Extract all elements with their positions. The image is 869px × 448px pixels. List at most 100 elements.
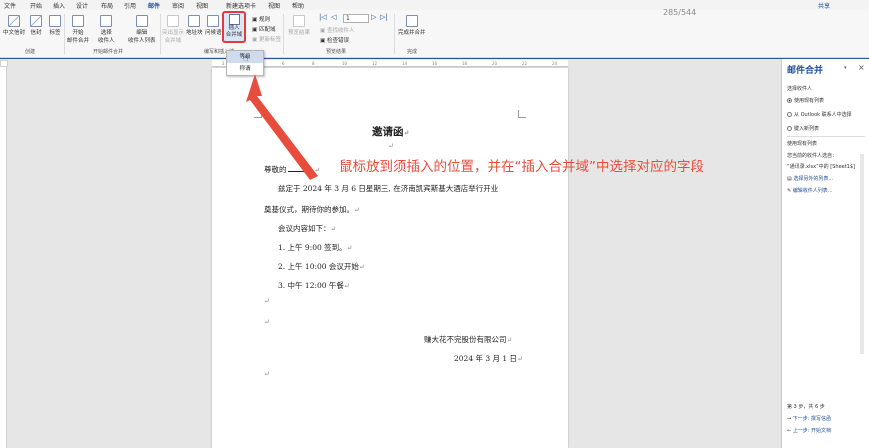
menu-insert[interactable]: 插入: [53, 1, 65, 10]
radio-label: 键入新列表: [794, 126, 820, 132]
horizontal-ruler[interactable]: 24 68 1012 1416 1820 2224: [212, 60, 568, 67]
update-labels-label: 更新标签: [258, 37, 281, 43]
last-record-icon[interactable]: ▷|: [380, 13, 388, 21]
letter-date-text: 2024 年 3 月 1 日: [454, 354, 518, 363]
update-labels-button[interactable]: ▣ 更新标签: [252, 35, 281, 43]
envelope-button[interactable]: 信封: [30, 15, 42, 36]
menu-home[interactable]: 开始: [30, 1, 42, 10]
insert-merge-field-button[interactable]: 插入 合并域: [222, 11, 246, 43]
insert-merge-field-label: 插入 合并域: [225, 25, 243, 38]
radio-type-new-list[interactable]: 键入新列表: [787, 125, 819, 132]
paragraph-mark: ↵: [343, 282, 350, 290]
pane-title: 邮件合并: [787, 66, 824, 76]
menu-bar: 文件 开始 插入 设计 布局 引用 邮件 审阅 视图 新建选项卡 视图 帮助 共…: [0, 0, 869, 11]
edit-recipient-list-label: 编辑 收件人列表: [128, 30, 156, 44]
radio-outlook-contacts[interactable]: 从 Outlook 联系人中选择: [787, 111, 852, 118]
start-mail-merge-button[interactable]: 开始 邮件合并: [67, 15, 89, 44]
menu-new-tab[interactable]: 新建选项卡: [226, 1, 256, 10]
mail-merge-pane: 邮件合并 ▾ × 选择收件人 使用现有列表 从 Outlook 联系人中选择 键…: [781, 59, 869, 448]
ribbon: 中文信封 信封 标签 创建 开始 邮件合并 选择 收件人 编辑 收件人列表 开始…: [0, 10, 869, 58]
edit-recipient-list-link[interactable]: ✎ 编辑收件人列表...: [787, 187, 833, 194]
menu-design[interactable]: 设计: [76, 1, 88, 10]
menu-references[interactable]: 引用: [124, 1, 136, 10]
group-separator: [64, 14, 65, 54]
highlight-icon: [167, 15, 179, 27]
record-number-input[interactable]: 1: [343, 14, 369, 23]
merge-field-placeholder[interactable]: [287, 171, 304, 172]
recipients-icon: [100, 15, 113, 27]
divider: [787, 136, 865, 137]
previous-step-link[interactable]: ← 上一步: 开始文档: [787, 427, 831, 434]
step-indicator: 第 3 步，共 6 步: [787, 404, 825, 410]
paragraph-mark: ↵: [264, 370, 270, 378]
group-separator: [160, 14, 161, 54]
pane-options-icon[interactable]: ▾: [844, 65, 847, 71]
radio-use-existing[interactable]: 使用现有列表: [787, 97, 824, 104]
previous-record-icon[interactable]: ◁: [331, 13, 336, 21]
crop-mark: [518, 110, 526, 118]
group-label-start-merge: 开始邮件合并: [93, 49, 124, 55]
find-recipient-button[interactable]: ▣ 查找收件人: [320, 26, 354, 34]
radio-icon: [787, 98, 792, 103]
menu-layout[interactable]: 布局: [101, 1, 113, 10]
menu-view-2[interactable]: 视图: [268, 1, 280, 10]
paragraph-mark: ↵: [388, 142, 394, 150]
paragraph-mark: ↵: [314, 166, 321, 174]
paragraph-mark: ↵: [506, 336, 513, 344]
group-label-finish: 完成: [407, 49, 418, 55]
highlight-merge-fields-button[interactable]: 突出显示 合并域: [162, 15, 184, 44]
finish-merge-button[interactable]: 完成并合并: [398, 15, 426, 36]
agenda-item: 1. 上午 9:00 签到。↵: [278, 242, 353, 253]
check-errors-button[interactable]: ▣ 检查错误: [320, 36, 349, 44]
agenda-item-text: 3. 中午 12:00 午餐: [278, 281, 344, 290]
greeting-line-button[interactable]: 问候语: [205, 15, 222, 36]
labels-button[interactable]: 标签: [49, 15, 61, 36]
rules-button[interactable]: ▣ 规则: [252, 15, 270, 23]
title-text: 邀请函: [372, 126, 404, 138]
preview-results-button[interactable]: 预览结果: [288, 15, 310, 36]
share-button[interactable]: 共享: [818, 1, 830, 10]
paragraph-mark: ↵: [354, 206, 360, 214]
envelope-label: 信封: [30, 30, 42, 36]
merge-field-option[interactable]: 称谓: [227, 63, 263, 75]
current-from-text: 您当前的收件人选自：: [787, 153, 838, 159]
ruler-corner[interactable]: [0, 60, 8, 67]
menu-help[interactable]: 帮助: [292, 1, 304, 10]
annotation-text: 鼠标放到须插入的位置，并在“插入合并域”中选择对应的字段: [339, 159, 704, 175]
first-record-icon[interactable]: |◁: [319, 13, 327, 21]
link-text: 编辑收件人列表...: [792, 188, 833, 194]
source-text: “通讯录.xlsx”中的 [Sheet1$]: [787, 164, 855, 170]
next-record-icon[interactable]: ▷: [371, 13, 376, 21]
edit-list-icon: [135, 15, 148, 27]
chinese-envelope-button[interactable]: 中文信封: [3, 15, 25, 36]
greeting-suffix: ，: [304, 165, 313, 174]
find-recipient-label: 查找收件人: [326, 28, 355, 34]
group-label-create: 创建: [25, 49, 36, 55]
page-counter: 285/544: [663, 8, 697, 17]
agenda-item-text: 2. 上午 10:00 会议开始: [278, 262, 359, 271]
select-recipients-button[interactable]: 选择 收件人: [98, 15, 115, 44]
vertical-ruler[interactable]: [0, 67, 7, 448]
match-fields-button[interactable]: ▣ 匹配域: [252, 25, 275, 33]
company-name: 赚大花不完股份有限公司↵: [424, 334, 512, 345]
menu-file[interactable]: 文件: [4, 1, 16, 10]
greeting-icon: [207, 15, 220, 27]
document-page[interactable]: 邀请函↵ ↵ 尊敬的， ↵ 兹定于 2024 年 3 月 6 日星期三, 在济南…: [212, 68, 568, 448]
link-text: 下一步: 撰写信函: [792, 416, 832, 422]
menu-view[interactable]: 视图: [196, 1, 208, 10]
letter-date: 2024 年 3 月 1 日↵: [454, 353, 523, 364]
next-step-link[interactable]: → 下一步: 撰写信函: [787, 415, 831, 422]
select-another-list-link[interactable]: ▤ 选择另外的列表...: [787, 175, 833, 182]
pane-scrollbar[interactable]: [860, 154, 864, 354]
edit-recipient-list-button[interactable]: 编辑 收件人列表: [128, 15, 156, 44]
address-block-button[interactable]: 地址块: [186, 15, 203, 36]
paragraph-mark: ↵: [264, 318, 270, 326]
agenda-heading-text: 会议内容如下：: [278, 224, 331, 233]
group-separator: [283, 14, 284, 54]
body-line-2: 奠基仪式，期待你的参加。↵: [264, 204, 360, 215]
menu-review[interactable]: 审阅: [172, 1, 184, 10]
radio-label: 使用现有列表: [794, 98, 825, 104]
crop-mark: [254, 110, 262, 118]
radio-icon: [787, 112, 792, 117]
close-icon[interactable]: ×: [858, 63, 865, 72]
